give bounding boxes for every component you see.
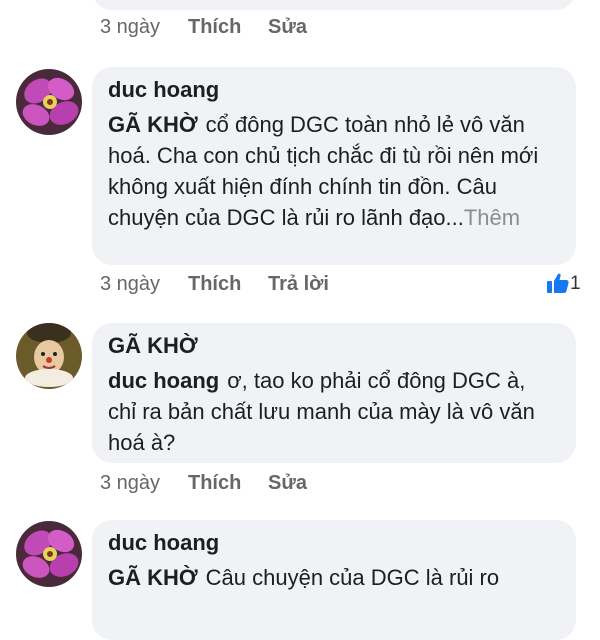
comment-time[interactable]: 3 ngày <box>100 12 160 42</box>
avatar[interactable] <box>16 323 82 389</box>
mention-tag[interactable]: duc hoang <box>108 368 219 393</box>
comment-time[interactable]: 3 ngày <box>100 269 160 299</box>
comment-author[interactable]: duc hoang <box>108 528 219 558</box>
comment-body-text: Câu chuyện của DGC là rủi ro <box>205 565 500 590</box>
comment-text: duc hoang ơ, tao ko phải cổ đông DGC à, c… <box>108 365 558 458</box>
reaction-count: 1 <box>570 273 581 294</box>
comment-actions: 3 ngày Thích Sửa <box>100 12 580 42</box>
pink-flower-avatar-icon <box>16 69 82 135</box>
see-more-link[interactable]: Thêm <box>464 205 520 230</box>
mention-tag[interactable]: GÃ KHỜ <box>108 112 198 137</box>
avatar[interactable] <box>16 69 82 135</box>
comment-bubble-previous <box>92 0 576 10</box>
comment-author[interactable]: duc hoang <box>108 75 219 105</box>
like-link[interactable]: Thích <box>188 468 241 498</box>
mention-tag[interactable]: GÃ KHỜ <box>108 565 198 590</box>
edit-link[interactable]: Sửa <box>268 468 307 498</box>
avatar[interactable] <box>16 521 82 587</box>
pink-flower-avatar-icon <box>16 521 82 587</box>
comment-text: GÃ KHỜ Câu chuyện của DGC là rủi ro <box>108 562 558 593</box>
comment-actions: 3 ngày Thích Trả lời 1 <box>100 269 581 299</box>
like-link[interactable]: Thích <box>188 269 241 299</box>
comment-bubble: duc hoang GÃ KHỜ Câu chuyện của DGC là rủ… <box>92 520 576 640</box>
comment-author[interactable]: GÃ KHỜ <box>108 331 198 361</box>
comment-bubble: GÃ KHỜ duc hoang ơ, tao ko phải cổ đông D… <box>92 323 576 463</box>
comment-actions: 3 ngày Thích Sửa <box>100 468 580 498</box>
edit-link[interactable]: Sửa <box>268 12 307 42</box>
reaction-summary[interactable]: 1 <box>546 269 581 299</box>
like-link[interactable]: Thích <box>188 12 241 42</box>
comment-text: GÃ KHỜ cổ đông DGC toàn nhỏ lẻ vô văn hoá… <box>108 109 558 233</box>
thumbs-up-icon <box>547 273 569 293</box>
comment-bubble: duc hoang GÃ KHỜ cổ đông DGC toàn nhỏ lẻ … <box>92 67 576 265</box>
comment-time[interactable]: 3 ngày <box>100 468 160 498</box>
clown-avatar-icon <box>16 323 82 389</box>
reply-link[interactable]: Trả lời <box>268 269 329 299</box>
